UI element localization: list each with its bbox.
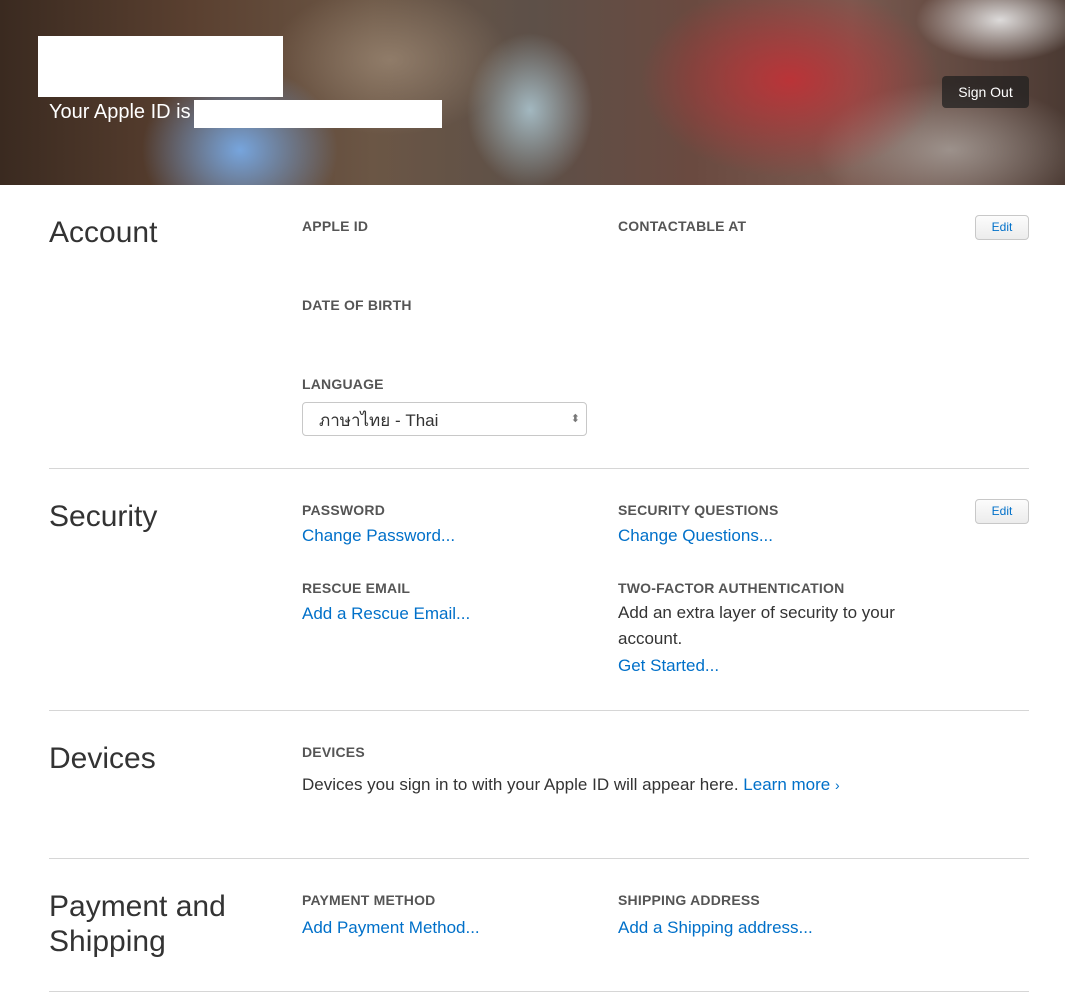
- security-questions-label: SECURITY QUESTIONS: [618, 502, 779, 518]
- payment-title-line1: Payment and: [49, 890, 226, 923]
- shipping-address-label: SHIPPING ADDRESS: [618, 892, 760, 908]
- security-edit-button[interactable]: Edit: [975, 499, 1029, 524]
- change-password-link[interactable]: Change Password...: [302, 526, 455, 546]
- payment-method-label: PAYMENT METHOD: [302, 892, 436, 908]
- add-rescue-email-link[interactable]: Add a Rescue Email...: [302, 604, 470, 624]
- divider: [49, 468, 1029, 469]
- two-factor-description-line2: account.: [618, 629, 683, 648]
- date-of-birth-label: DATE OF BIRTH: [302, 297, 412, 313]
- devices-title: Devices: [49, 742, 156, 775]
- learn-more-link[interactable]: Learn more ›: [743, 775, 839, 794]
- language-select-value: ภาษาไทย - Thai: [319, 411, 439, 430]
- learn-more-label: Learn more: [743, 775, 831, 794]
- language-label: LANGUAGE: [302, 376, 384, 392]
- language-select[interactable]: ภาษาไทย - Thai ⬍: [302, 402, 587, 436]
- apple-id-prefix: Your Apple ID is: [49, 101, 191, 123]
- chevron-right-icon: ›: [834, 777, 840, 793]
- add-shipping-address-link[interactable]: Add a Shipping address...: [618, 918, 813, 938]
- redacted-apple-id: [194, 100, 442, 128]
- two-factor-label: TWO-FACTOR AUTHENTICATION: [618, 580, 845, 596]
- devices-label: DEVICES: [302, 744, 365, 760]
- devices-description: Devices you sign in to with your Apple I…: [302, 772, 840, 798]
- two-factor-description-line1: Add an extra layer of security to your: [618, 603, 895, 622]
- payment-title-line2: Shipping: [49, 925, 166, 958]
- divider: [49, 991, 1029, 992]
- apple-id-label: APPLE ID: [302, 218, 369, 234]
- add-payment-method-link[interactable]: Add Payment Method...: [302, 918, 480, 938]
- devices-description-text: Devices you sign in to with your Apple I…: [302, 775, 739, 794]
- divider: [49, 710, 1029, 711]
- password-label: PASSWORD: [302, 502, 386, 518]
- chevron-updown-icon: ⬍: [570, 413, 580, 425]
- contactable-at-label: CONTACTABLE AT: [618, 218, 747, 234]
- divider: [49, 858, 1029, 859]
- security-title: Security: [49, 500, 158, 533]
- change-questions-link[interactable]: Change Questions...: [618, 526, 773, 546]
- account-edit-button[interactable]: Edit: [975, 215, 1029, 240]
- account-title: Account: [49, 216, 158, 249]
- get-started-link[interactable]: Get Started...: [618, 656, 719, 676]
- rescue-email-label: RESCUE EMAIL: [302, 580, 411, 596]
- sign-out-button[interactable]: Sign Out: [942, 76, 1029, 108]
- redacted-name: [38, 36, 283, 97]
- header-banner: Your Apple ID is Sign Out: [0, 0, 1065, 185]
